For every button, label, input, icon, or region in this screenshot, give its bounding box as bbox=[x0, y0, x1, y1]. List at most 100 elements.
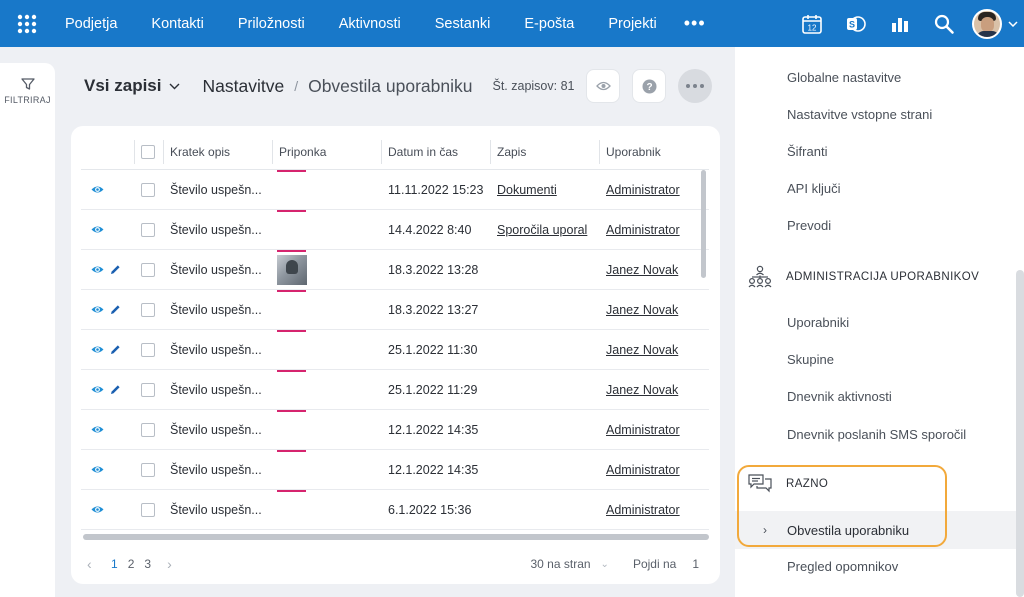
table-row[interactable]: Število uspešn... 25.1.2022 11:29 Janez No… bbox=[81, 369, 709, 410]
table-row[interactable]: Število uspešn... 18.3.2022 13:27 Janez No… bbox=[81, 289, 709, 330]
row-checkbox[interactable] bbox=[141, 222, 155, 237]
cell-kratek-opis: Število uspešn... bbox=[170, 502, 262, 517]
chevron-down-icon[interactable]: ⌄ bbox=[601, 559, 609, 570]
eye-icon[interactable] bbox=[91, 503, 104, 516]
menu-prevodi[interactable]: Prevodi bbox=[787, 218, 831, 233]
nav-aktivnosti[interactable]: Aktivnosti bbox=[322, 0, 418, 47]
skype-icon[interactable]: S bbox=[834, 0, 878, 47]
view-toggle-button[interactable] bbox=[586, 69, 621, 103]
attachment-thumbnail[interactable] bbox=[277, 254, 307, 285]
eye-icon[interactable] bbox=[91, 383, 104, 396]
settings-panel-scrollbar[interactable] bbox=[1016, 270, 1024, 597]
menu-uporabniki[interactable]: Uporabniki bbox=[787, 315, 849, 330]
records-table: Kratek opis Priponka Datum in čas Zapis … bbox=[81, 134, 709, 538]
nav-priloznosti[interactable]: Priložnosti bbox=[221, 0, 322, 47]
chevron-down-icon[interactable] bbox=[1002, 20, 1024, 27]
user-link[interactable]: Janez Novak bbox=[606, 263, 678, 277]
vertical-scrollbar[interactable] bbox=[701, 170, 706, 278]
user-link[interactable]: Janez Novak bbox=[606, 383, 678, 397]
menu-obvestila-uporabniku[interactable]: › Obvestila uporabniku bbox=[735, 511, 1024, 549]
eye-icon[interactable] bbox=[91, 343, 104, 356]
row-checkbox[interactable] bbox=[141, 382, 155, 397]
menu-skupine[interactable]: Skupine bbox=[787, 352, 834, 367]
user-link[interactable]: Administrator bbox=[606, 223, 680, 237]
nav-eposta[interactable]: E-pošta bbox=[507, 0, 591, 47]
pencil-icon[interactable] bbox=[110, 384, 121, 395]
more-actions-button[interactable] bbox=[678, 69, 713, 103]
user-link[interactable]: Janez Novak bbox=[606, 303, 678, 317]
table-row[interactable]: Število uspešn... 12.1.2022 14:35 Administ… bbox=[81, 449, 709, 490]
user-link[interactable]: Janez Novak bbox=[606, 343, 678, 357]
header-uporabnik[interactable]: Uporabnik bbox=[599, 134, 709, 170]
prev-page-button[interactable]: ‹ bbox=[87, 556, 101, 572]
apps-grid-icon[interactable] bbox=[0, 0, 54, 47]
page-1[interactable]: 1 bbox=[111, 557, 118, 571]
select-all-checkbox[interactable] bbox=[141, 145, 155, 159]
menu-globalne-nastavitve[interactable]: Globalne nastavitve bbox=[787, 70, 901, 85]
nav-projekti[interactable]: Projekti bbox=[591, 0, 673, 47]
user-link[interactable]: Administrator bbox=[606, 423, 680, 437]
menu-sifranti[interactable]: Šifranti bbox=[787, 144, 827, 159]
row-checkbox[interactable] bbox=[141, 302, 155, 317]
user-link[interactable]: Administrator bbox=[606, 183, 680, 197]
filter-button[interactable]: FILTRIRAJ bbox=[0, 77, 55, 105]
pencil-icon[interactable] bbox=[110, 344, 121, 355]
breadcrumb-settings[interactable]: Nastavitve bbox=[202, 76, 284, 97]
attachment-marker bbox=[277, 489, 306, 492]
table-row[interactable]: Število uspešn... 18.3.2022 13:28 Janez No… bbox=[81, 249, 709, 290]
reports-icon[interactable] bbox=[878, 0, 922, 47]
calendar-icon[interactable]: 12 bbox=[790, 0, 834, 47]
eye-icon[interactable] bbox=[91, 183, 104, 196]
nav-more-button[interactable]: ••• bbox=[674, 0, 716, 47]
view-selector[interactable]: Vsi zapisi bbox=[84, 76, 180, 96]
search-icon[interactable] bbox=[922, 0, 966, 47]
menu-dnevnik-aktivnosti[interactable]: Dnevnik aktivnosti bbox=[787, 389, 892, 404]
row-checkbox[interactable] bbox=[141, 182, 155, 197]
header-zapis[interactable]: Zapis bbox=[490, 134, 599, 170]
row-checkbox[interactable] bbox=[141, 502, 155, 517]
record-link[interactable]: Sporočila uporal bbox=[497, 223, 587, 237]
row-checkbox[interactable] bbox=[141, 342, 155, 357]
table-row[interactable]: Število uspešn... 12.1.2022 14:35 Administ… bbox=[81, 409, 709, 450]
eye-icon[interactable] bbox=[91, 423, 104, 436]
cell-datum: 25.1.2022 11:29 bbox=[388, 382, 478, 397]
table-row[interactable]: Število uspešn... 6.1.2022 15:36 Administr… bbox=[81, 489, 709, 530]
pencil-icon[interactable] bbox=[110, 304, 121, 315]
menu-api-kljuci[interactable]: API ključi bbox=[787, 181, 840, 196]
pencil-icon[interactable] bbox=[110, 264, 121, 275]
record-link[interactable]: Dokumenti bbox=[497, 183, 557, 197]
horizontal-scrollbar[interactable] bbox=[83, 534, 709, 540]
help-button[interactable]: ? bbox=[632, 69, 667, 103]
goto-page-input[interactable]: 1 bbox=[692, 557, 699, 571]
row-checkbox[interactable] bbox=[141, 262, 155, 277]
nav-kontakti[interactable]: Kontakti bbox=[134, 0, 220, 47]
eye-icon[interactable] bbox=[91, 463, 104, 476]
nav-podjetja[interactable]: Podjetja bbox=[54, 0, 134, 47]
menu-dnevnik-sms[interactable]: Dnevnik poslanih SMS sporočil bbox=[787, 427, 966, 442]
eye-icon[interactable] bbox=[91, 303, 104, 316]
avatar[interactable] bbox=[972, 8, 1002, 39]
row-checkbox[interactable] bbox=[141, 422, 155, 437]
row-select bbox=[134, 250, 163, 290]
row-checkbox[interactable] bbox=[141, 462, 155, 477]
table-row[interactable]: Število uspešn... 25.1.2022 11:30 Janez No… bbox=[81, 329, 709, 370]
per-page-select[interactable]: 30 na stran bbox=[531, 557, 591, 571]
menu-pregled-opomnikov[interactable]: Pregled opomnikov bbox=[787, 559, 898, 574]
next-page-button[interactable]: › bbox=[167, 556, 181, 572]
nav-sestanki[interactable]: Sestanki bbox=[418, 0, 508, 47]
cell-uporabnik: Administrator bbox=[599, 450, 709, 490]
cell-datum: 6.1.2022 15:36 bbox=[388, 502, 472, 517]
menu-nastavitve-vstopne-strani[interactable]: Nastavitve vstopne strani bbox=[787, 107, 932, 122]
user-link[interactable]: Administrator bbox=[606, 503, 680, 517]
page-2[interactable]: 2 bbox=[128, 557, 135, 571]
eye-icon[interactable] bbox=[91, 223, 104, 236]
page-3[interactable]: 3 bbox=[144, 557, 151, 571]
table-row[interactable]: Število uspešn... 14.4.2022 8:40 Sporočila… bbox=[81, 209, 709, 250]
eye-icon[interactable] bbox=[91, 263, 104, 276]
table-row[interactable]: Število uspešn... 11.11.2022 15:23 Dokumen… bbox=[81, 169, 709, 210]
header-priponka[interactable]: Priponka bbox=[272, 134, 381, 170]
header-datum[interactable]: Datum in čas bbox=[381, 134, 490, 170]
page-header: Vsi zapisi Nastavitve / Obvestila uporab… bbox=[84, 66, 713, 106]
user-link[interactable]: Administrator bbox=[606, 463, 680, 477]
header-kratek-opis[interactable]: Kratek opis bbox=[163, 134, 272, 170]
